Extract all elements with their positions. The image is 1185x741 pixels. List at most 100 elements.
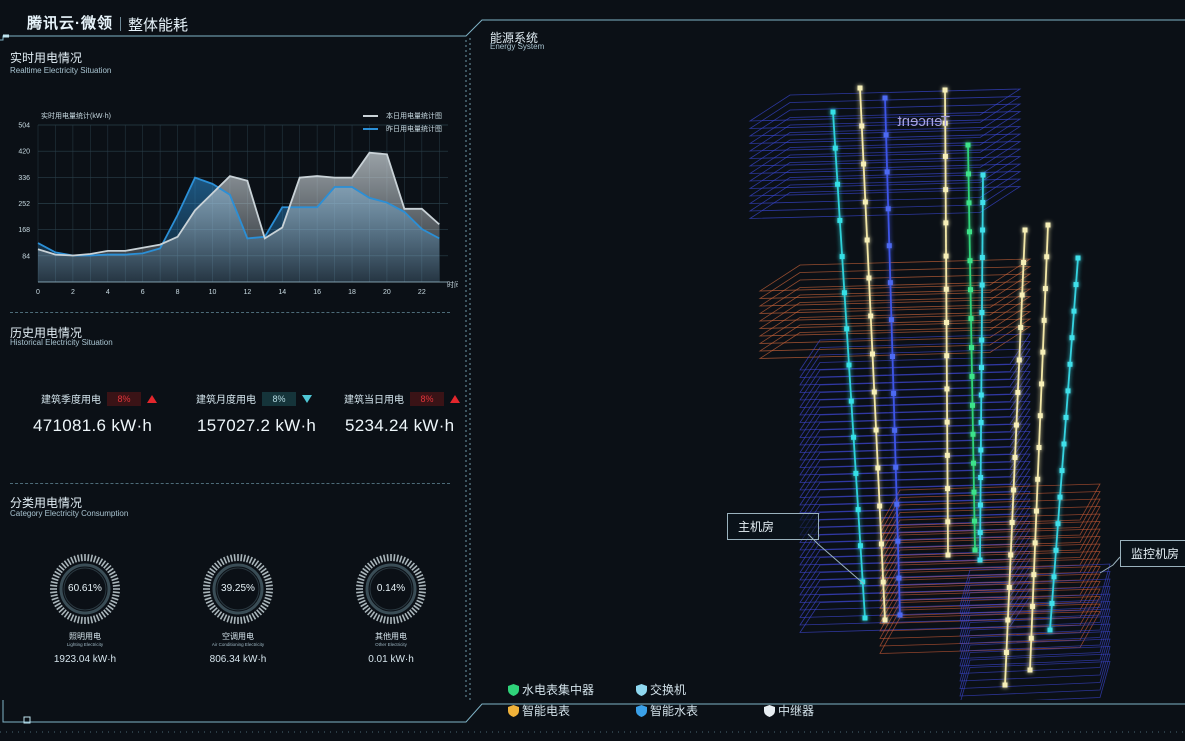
legend-water-electric-concentrator[interactable]: 水电表集中器 — [508, 681, 594, 698]
device-node[interactable] — [890, 354, 895, 359]
device-node[interactable] — [977, 530, 983, 535]
device-node[interactable] — [871, 389, 877, 395]
device-node[interactable] — [1073, 282, 1079, 288]
device-node[interactable] — [1027, 667, 1033, 673]
device-node[interactable] — [942, 87, 948, 93]
device-node[interactable] — [1044, 254, 1050, 260]
device-node[interactable] — [968, 287, 973, 293]
device-node[interactable] — [1063, 414, 1069, 420]
device-node[interactable] — [1035, 476, 1041, 482]
device-node[interactable] — [1012, 455, 1018, 460]
device-node[interactable] — [1019, 292, 1025, 298]
device-node[interactable] — [855, 507, 861, 513]
device-node[interactable] — [882, 617, 888, 623]
device-node[interactable] — [944, 419, 950, 425]
device-node[interactable] — [1071, 308, 1077, 314]
device-node[interactable] — [1059, 468, 1065, 474]
device-node[interactable] — [944, 452, 950, 458]
device-node[interactable] — [857, 85, 863, 91]
device-node[interactable] — [1036, 445, 1042, 450]
device-node[interactable] — [868, 313, 874, 319]
device-node[interactable] — [1006, 585, 1012, 590]
device-node[interactable] — [897, 612, 903, 618]
device-node[interactable] — [943, 253, 949, 259]
device-node[interactable] — [884, 169, 890, 175]
device-node[interactable] — [1045, 222, 1051, 228]
device-node[interactable] — [1011, 487, 1017, 493]
device-node[interactable] — [966, 171, 971, 177]
device-node[interactable] — [894, 501, 900, 507]
device-node[interactable] — [1028, 635, 1034, 641]
device-node[interactable] — [888, 317, 894, 323]
device-node[interactable] — [970, 431, 976, 437]
device-node[interactable] — [1018, 325, 1024, 330]
device-node[interactable] — [972, 518, 977, 524]
device-node[interactable] — [1021, 260, 1027, 265]
device-node[interactable] — [893, 464, 899, 470]
device-node[interactable] — [862, 199, 868, 205]
device-node[interactable] — [966, 200, 972, 206]
device-node[interactable] — [1047, 627, 1053, 633]
device-node[interactable] — [965, 142, 971, 148]
device-node[interactable] — [944, 353, 950, 359]
device-node[interactable] — [892, 427, 898, 433]
device-node[interactable] — [866, 275, 872, 281]
device-node[interactable] — [1040, 349, 1046, 355]
device-node[interactable] — [837, 217, 843, 223]
device-node[interactable] — [878, 541, 884, 547]
device-node[interactable] — [971, 460, 976, 466]
device-node[interactable] — [970, 402, 975, 408]
device-node[interactable] — [853, 470, 859, 476]
device-node[interactable] — [846, 362, 852, 368]
device-node[interactable] — [895, 538, 901, 544]
device-node[interactable] — [979, 310, 985, 315]
device-node[interactable] — [979, 337, 985, 343]
device-node[interactable] — [967, 258, 973, 264]
device-node[interactable] — [979, 255, 985, 260]
device-node[interactable] — [1031, 572, 1037, 578]
device-node[interactable] — [859, 123, 865, 129]
device-node[interactable] — [1003, 650, 1009, 655]
device-node[interactable] — [835, 181, 841, 187]
device-node[interactable] — [942, 153, 948, 159]
device-node[interactable] — [844, 326, 850, 332]
device-node[interactable] — [1002, 682, 1008, 688]
device-node[interactable] — [1053, 547, 1059, 553]
device-node[interactable] — [1015, 390, 1021, 395]
device-node[interactable] — [1075, 255, 1081, 261]
device-node[interactable] — [1039, 381, 1045, 387]
device-node[interactable] — [1008, 552, 1014, 558]
device-node[interactable] — [943, 286, 949, 292]
device-node[interactable] — [1022, 227, 1028, 233]
device-node[interactable] — [830, 109, 836, 115]
device-node[interactable] — [1033, 508, 1039, 514]
device-node[interactable] — [977, 557, 983, 563]
device-node[interactable] — [1065, 388, 1071, 394]
legend-smart-meter[interactable]: 智能电表 — [508, 702, 570, 719]
device-node[interactable] — [978, 447, 984, 453]
device-node[interactable] — [1041, 317, 1047, 323]
device-node[interactable] — [979, 365, 984, 370]
device-node[interactable] — [877, 503, 883, 509]
device-node[interactable] — [969, 373, 975, 379]
device-node[interactable] — [1037, 413, 1043, 419]
device-node[interactable] — [980, 227, 986, 233]
device-node[interactable] — [1009, 520, 1015, 525]
device-node[interactable] — [968, 316, 974, 322]
device-node[interactable] — [870, 351, 875, 357]
device-node[interactable] — [945, 519, 951, 525]
device-node[interactable] — [891, 390, 897, 396]
device-node[interactable] — [1049, 600, 1055, 606]
device-node[interactable] — [978, 420, 984, 425]
device-node[interactable] — [1032, 540, 1038, 546]
device-node[interactable] — [967, 229, 972, 235]
device-node[interactable] — [1057, 494, 1063, 500]
device-node[interactable] — [887, 280, 893, 286]
device-node[interactable] — [971, 489, 977, 495]
device-node[interactable] — [882, 95, 888, 101]
device-node[interactable] — [883, 132, 889, 138]
device-node[interactable] — [1016, 357, 1022, 363]
device-node[interactable] — [1055, 521, 1061, 527]
device-node[interactable] — [1042, 286, 1048, 292]
device-node[interactable] — [969, 345, 974, 350]
